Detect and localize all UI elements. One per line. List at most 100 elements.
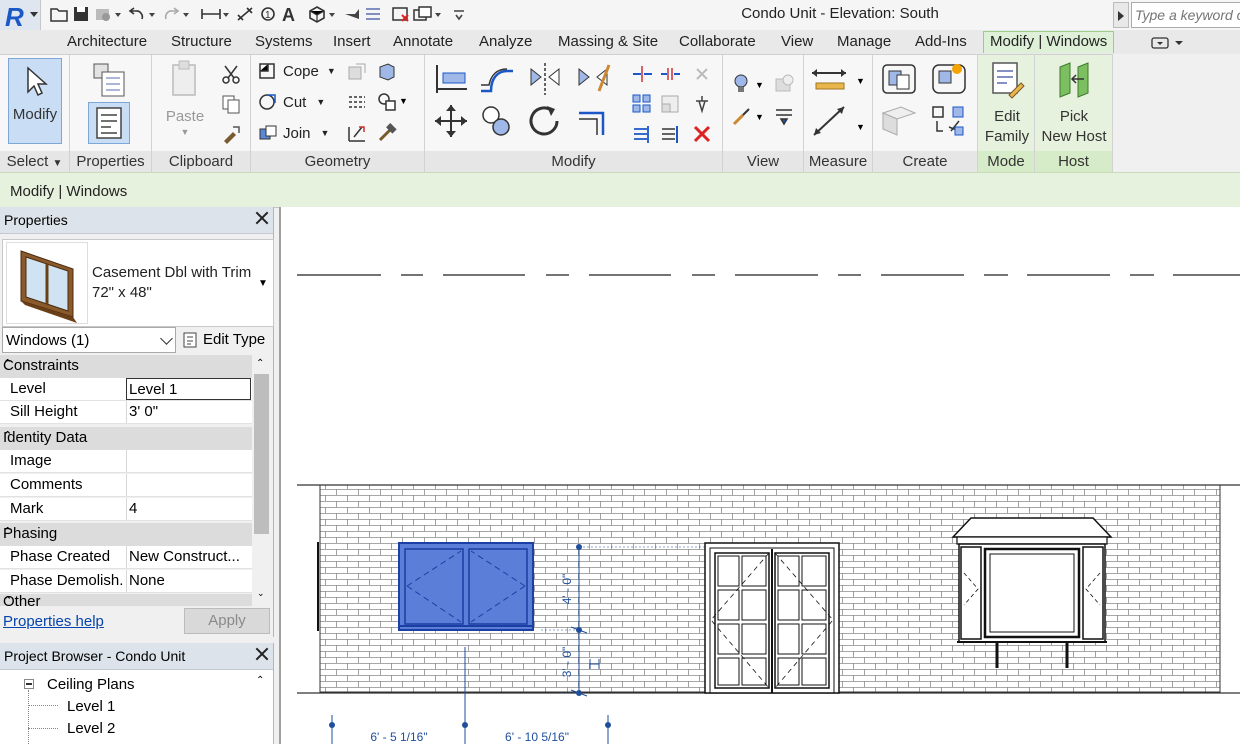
split-element-icon[interactable] xyxy=(631,63,653,85)
tree-ceiling-plans[interactable]: Ceiling Plans xyxy=(47,676,135,693)
hide-dropdown[interactable]: ▼ xyxy=(755,75,765,97)
phase-created-value[interactable]: New Construct... xyxy=(126,546,251,568)
offset-icon[interactable] xyxy=(477,61,517,97)
tab-massing-site[interactable]: Massing & Site xyxy=(558,33,658,54)
delete-icon[interactable] xyxy=(691,123,713,145)
drawing-canvas[interactable]: 4' - 0" 3' - 0" 6' - 5 1/16" 6' - 10 5/1… xyxy=(279,207,1240,744)
measure-dropdown[interactable] xyxy=(222,3,230,25)
ribbon-minimize-button[interactable] xyxy=(1150,35,1184,51)
pin-icon[interactable] xyxy=(691,93,713,115)
close-hidden-windows-icon[interactable] xyxy=(390,3,412,25)
image-value[interactable] xyxy=(126,450,251,472)
move-icon[interactable] xyxy=(431,103,471,139)
tab-view[interactable]: View xyxy=(781,33,813,54)
dim-label-sill-top[interactable]: 4' - 0" xyxy=(560,574,574,605)
tab-annotate[interactable]: Annotate xyxy=(393,33,453,54)
phase-demolished-value[interactable]: None xyxy=(126,570,251,592)
measure-dropdown-2[interactable]: ▼ xyxy=(856,117,868,139)
measure-dropdown-1[interactable]: ▼ xyxy=(856,71,868,93)
sync-icon[interactable] xyxy=(92,3,114,25)
browser-scroll-up[interactable]: ⌃ xyxy=(256,675,264,686)
expand-search-button[interactable] xyxy=(1113,2,1129,28)
properties-help-link[interactable]: Properties help xyxy=(3,613,104,630)
text-icon[interactable]: A xyxy=(278,3,300,25)
sill-height-value[interactable]: 3' 0" xyxy=(126,401,251,423)
measure-between-icon[interactable] xyxy=(810,65,850,95)
thin-lines-icon[interactable] xyxy=(362,3,384,25)
filter-graphics-icon[interactable] xyxy=(773,105,795,127)
selected-casement-window[interactable] xyxy=(398,542,534,631)
type-properties-icon[interactable] xyxy=(90,60,130,100)
group-other[interactable]: Other ⌃ xyxy=(0,594,252,606)
hide-in-view-icon[interactable] xyxy=(731,73,753,95)
create-group-icon[interactable] xyxy=(929,61,969,97)
demolish-icon[interactable] xyxy=(376,122,398,144)
open-icon[interactable] xyxy=(48,3,70,25)
paste-button[interactable]: Paste ▼ xyxy=(158,59,212,137)
group-identity-data[interactable]: Identity Data ⌃ xyxy=(0,427,252,450)
rotate-icon[interactable] xyxy=(525,103,565,139)
3d-view-dropdown[interactable] xyxy=(328,3,336,25)
collapse-icon[interactable] xyxy=(24,679,34,689)
linework-dropdown[interactable]: ▼ xyxy=(755,107,765,129)
tab-collaborate[interactable]: Collaborate xyxy=(679,33,756,54)
tab-manage[interactable]: Manage xyxy=(837,33,891,54)
tree-level-2[interactable]: Level 2 xyxy=(67,720,115,737)
measure-icon[interactable] xyxy=(200,3,222,25)
switch-windows-dropdown[interactable] xyxy=(434,3,442,25)
select-panel-label[interactable]: Select ▼ xyxy=(0,151,69,173)
edit-family-button[interactable]: Edit Family xyxy=(982,59,1032,147)
tab-architecture[interactable]: Architecture xyxy=(67,33,147,54)
properties-toggle-icon[interactable] xyxy=(88,102,130,144)
split-with-gap-icon[interactable] xyxy=(659,63,681,85)
wall-opening-icon[interactable] xyxy=(346,122,368,144)
join-button[interactable]: Join ▼ xyxy=(257,122,329,144)
undo-dropdown[interactable] xyxy=(148,3,156,25)
trim-multiple-icon[interactable] xyxy=(631,123,653,145)
tab-systems[interactable]: Systems xyxy=(255,33,313,54)
aligned-dimension-icon[interactable] xyxy=(234,3,256,25)
mirror-pick-axis-icon[interactable] xyxy=(525,61,565,97)
tab-analyze[interactable]: Analyze xyxy=(479,33,532,54)
cut-clipboard-icon[interactable] xyxy=(220,63,242,85)
tag-icon[interactable]: 1 xyxy=(256,3,278,25)
array-icon[interactable] xyxy=(631,93,653,115)
close-properties-icon[interactable] xyxy=(255,211,269,225)
wall-joins-icon[interactable] xyxy=(346,61,368,83)
level-value[interactable]: Level 1 xyxy=(126,378,251,400)
tree-level-1[interactable]: Level 1 xyxy=(67,698,115,715)
instance-filter-dropdown[interactable]: Windows (1) xyxy=(2,327,176,353)
3d-view-icon[interactable] xyxy=(306,3,328,25)
redo-dropdown[interactable] xyxy=(182,3,190,25)
unpin-icon[interactable] xyxy=(691,63,713,85)
linework-icon[interactable] xyxy=(731,105,753,127)
split-face-icon[interactable] xyxy=(346,91,368,113)
create-similar-icon[interactable] xyxy=(929,103,969,139)
aligned-dim-icon[interactable] xyxy=(810,103,850,139)
redo-icon[interactable] xyxy=(160,3,182,25)
switch-windows-icon[interactable] xyxy=(412,3,434,25)
section-icon[interactable] xyxy=(340,3,362,25)
comments-value[interactable] xyxy=(126,474,251,496)
dim-label-right[interactable]: 6' - 10 5/16" xyxy=(505,730,569,744)
match-type-icon[interactable] xyxy=(220,123,242,145)
trim-extend-icon[interactable] xyxy=(573,103,613,139)
properties-scrollbar[interactable]: ⌃ ⌄ xyxy=(252,356,271,606)
tab-add-ins[interactable]: Add-Ins xyxy=(915,33,967,54)
paint-dropdown[interactable]: ▼ xyxy=(399,91,411,113)
sync-dropdown[interactable] xyxy=(114,3,122,25)
french-door[interactable] xyxy=(704,542,840,694)
modify-tool-button[interactable]: Modify xyxy=(8,58,62,144)
trim-single-icon[interactable] xyxy=(659,123,681,145)
group-phasing[interactable]: Phasing ⌃ xyxy=(0,523,252,546)
type-selector-arrow[interactable]: ▼ xyxy=(258,278,268,289)
dim-label-sill[interactable]: 3' - 0" xyxy=(560,647,574,678)
dim-label-left[interactable]: 6' - 5 1/16" xyxy=(370,730,427,744)
customize-qat-icon[interactable] xyxy=(448,3,470,25)
undo-icon[interactable] xyxy=(126,3,148,25)
application-menu-button[interactable]: R xyxy=(0,0,41,32)
search-input[interactable] xyxy=(1131,2,1240,28)
align-icon[interactable] xyxy=(431,61,471,97)
create-assembly-icon[interactable] xyxy=(879,61,919,97)
close-browser-icon[interactable] xyxy=(255,647,269,661)
